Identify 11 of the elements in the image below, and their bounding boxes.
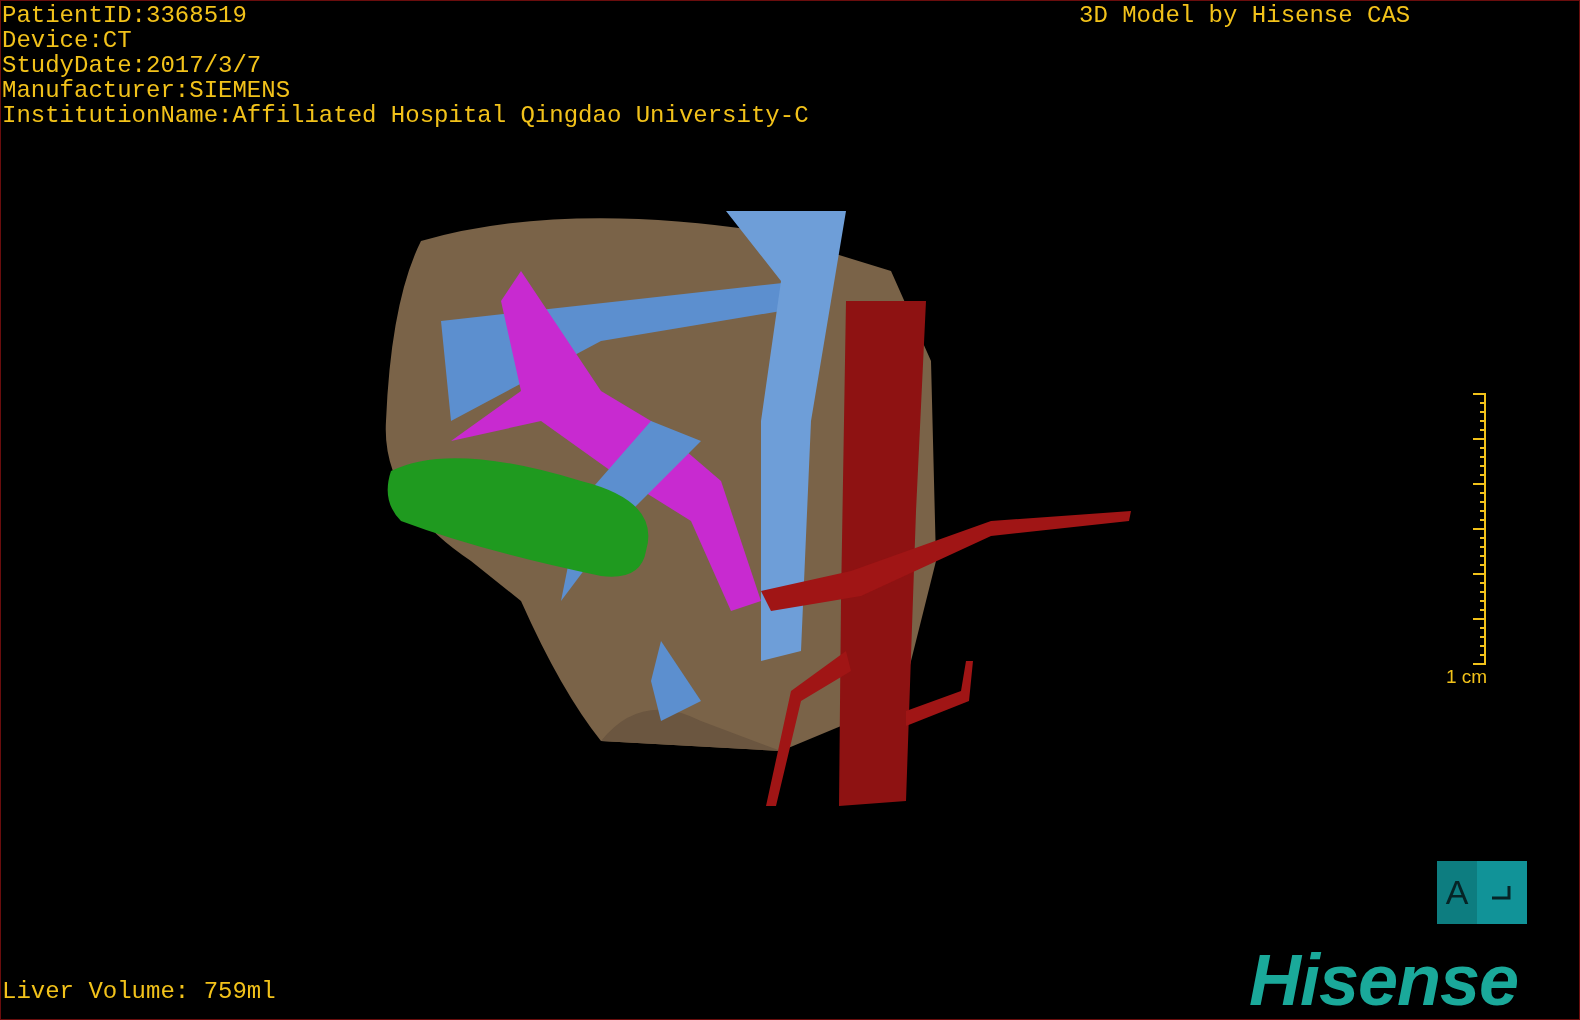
caption-text: 3D Model by Hisense CAS	[1079, 3, 1411, 28]
info-text: InstitutionName:Affiliated Hospital Qingdao University-C	[2, 103, 809, 128]
info-text: PatientID:3368519	[2, 3, 248, 28]
info-text: StudyDate:2017/3/7	[2, 53, 263, 78]
volume-text: Liver Volume: 759ml	[2, 979, 276, 1004]
ruler-icon	[1473, 393, 1488, 665]
info-text: Manufacturer:SIEMENS	[2, 78, 292, 103]
brand-logo: Hisense	[1249, 947, 1519, 1013]
corner-mark-icon	[1492, 885, 1512, 900]
scale-label: 1 cm	[1446, 667, 1488, 687]
info-text: Device:CT	[2, 28, 133, 53]
